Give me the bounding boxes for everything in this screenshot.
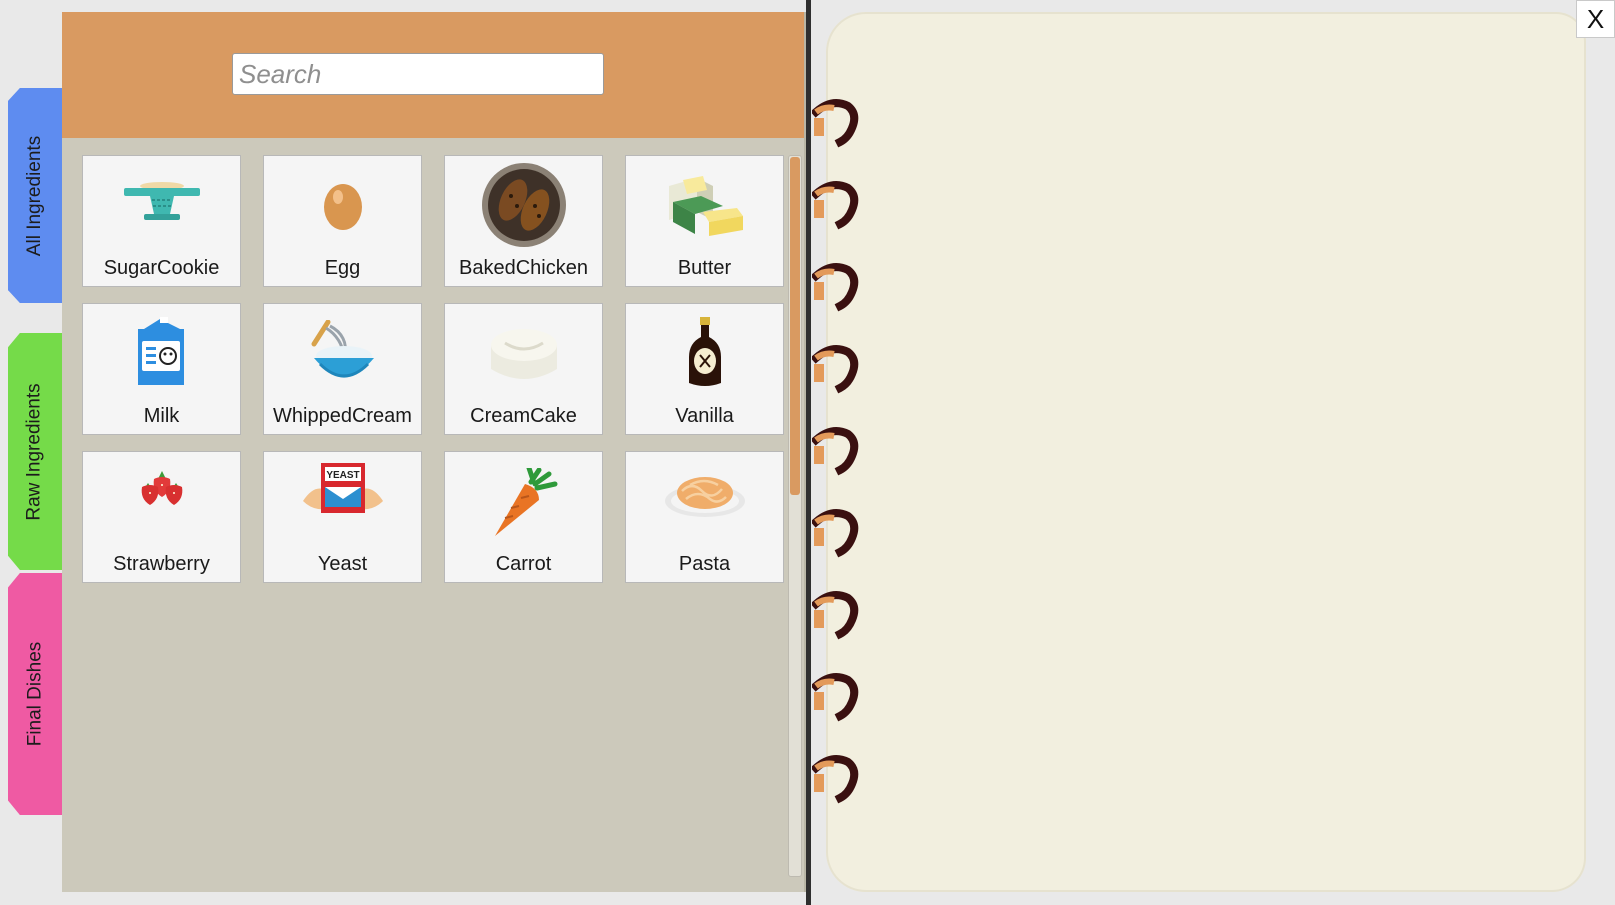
ingredient-card-yeast[interactable]: YEAST Yeast	[263, 451, 422, 583]
tab-raw-ingredients[interactable]: Raw Ingredients	[8, 333, 62, 570]
ingredient-label: BakedChicken	[459, 257, 588, 279]
svg-text:YEAST: YEAST	[326, 470, 359, 481]
yeast-packet-icon: YEAST	[264, 454, 421, 524]
tab-all-ingredients[interactable]: All Ingredients	[8, 88, 62, 303]
ingredient-card-milk[interactable]: Milk	[82, 303, 241, 435]
ingredient-card-egg[interactable]: Egg	[263, 155, 422, 287]
binder-ring-icon	[812, 673, 859, 722]
ingredient-card-bakedchicken[interactable]: BakedChicken	[444, 155, 603, 287]
search-header	[62, 12, 804, 138]
ingredient-card-butter[interactable]: Butter	[625, 155, 784, 287]
egg-icon	[264, 162, 421, 248]
whipped-cream-bowl-icon	[264, 310, 421, 396]
recipe-notebook-page	[826, 12, 1586, 892]
ingredient-label: Strawberry	[113, 553, 210, 575]
ingredient-card-pasta[interactable]: Pasta	[625, 451, 784, 583]
milk-carton-icon	[83, 310, 240, 396]
ingredient-label: Milk	[143, 405, 180, 427]
ingredient-card-carrot[interactable]: Carrot	[444, 451, 603, 583]
binder-ring-icon	[812, 427, 859, 476]
binder-ring-icon	[812, 181, 859, 230]
ingredient-panel: SugarCookie Egg	[62, 12, 806, 892]
tab-raw-ingredients-label: Raw Ingredients	[24, 382, 46, 521]
ingredient-card-vanilla[interactable]: Vanilla	[625, 303, 784, 435]
close-button[interactable]: X	[1576, 0, 1615, 38]
ingredient-label: Yeast	[317, 553, 368, 575]
scrollbar-thumb[interactable]	[790, 157, 800, 495]
binder-ring-icon	[812, 755, 859, 804]
tab-all-ingredients-label: All Ingredients	[24, 135, 45, 256]
cake-stand-icon	[83, 162, 240, 248]
ingredient-label: Carrot	[495, 553, 552, 575]
book-spine-divider	[806, 0, 811, 905]
vanilla-bottle-icon	[626, 310, 783, 396]
strawberry-icon	[83, 454, 240, 524]
ingredient-label: SugarCookie	[103, 257, 220, 279]
ingredient-grid: SugarCookie Egg BakedChicken Butter Milk…	[82, 155, 784, 583]
search-input[interactable]	[232, 53, 604, 95]
ingredient-card-sugarcookie[interactable]: SugarCookie	[82, 155, 241, 287]
ingredient-label: Butter	[677, 257, 732, 279]
binder-ring-icon	[812, 345, 859, 394]
ingredient-label: WhippedCream	[273, 405, 412, 427]
ingredient-card-whippedcream[interactable]: WhippedCream	[263, 303, 422, 435]
tab-final-dishes[interactable]: Final Dishes	[8, 573, 62, 815]
ingredient-card-creamcake[interactable]: CreamCake	[444, 303, 603, 435]
binder-ring-icon	[812, 591, 859, 640]
ingredient-card-strawberry[interactable]: Strawberry	[82, 451, 241, 583]
ingredient-label: Vanilla	[675, 405, 734, 427]
scrollbar-track[interactable]	[788, 155, 802, 877]
ingredient-label: Egg	[324, 257, 361, 279]
carrot-icon	[445, 468, 602, 538]
binder-ring-icon	[812, 99, 859, 148]
baked-chicken-icon	[445, 162, 602, 248]
ingredient-label: CreamCake	[470, 405, 577, 427]
binder-ring-icon	[812, 509, 859, 558]
ingredient-label: Pasta	[678, 553, 731, 575]
butter-icon	[626, 162, 783, 248]
tab-final-dishes-label: Final Dishes	[24, 641, 46, 747]
cream-cake-icon	[445, 310, 602, 396]
binder-ring-icon	[812, 263, 859, 312]
pasta-plate-icon	[626, 454, 783, 534]
